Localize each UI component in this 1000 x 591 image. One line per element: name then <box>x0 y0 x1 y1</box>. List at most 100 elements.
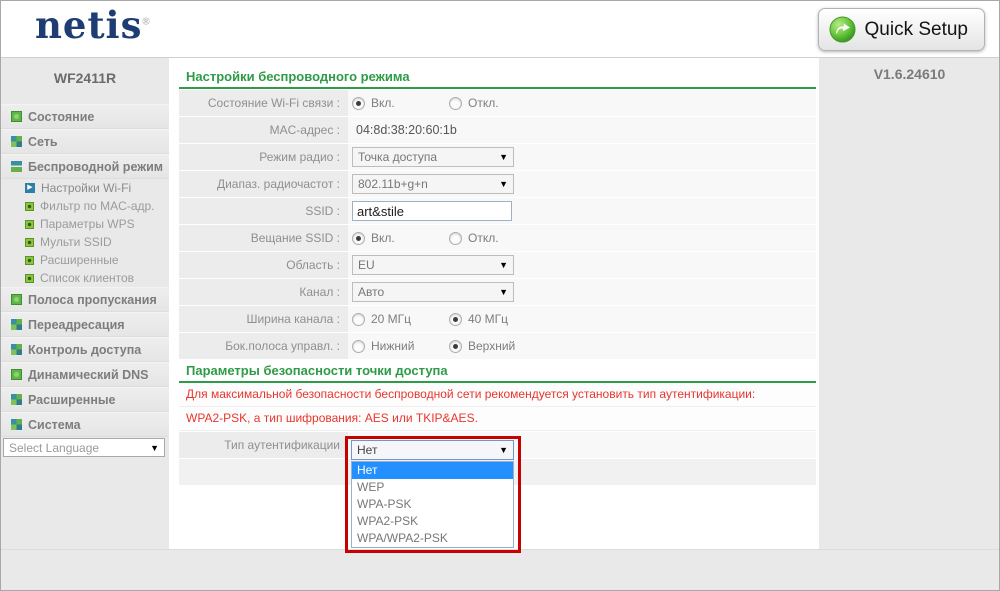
sidebar-item[interactable]: Система <box>1 412 169 437</box>
sidebar-item-label: Мульти SSID <box>40 235 112 249</box>
table-row: Ширина канала :20 МГц40 МГц <box>179 306 816 332</box>
dropdown-option[interactable]: WPA2-PSK <box>352 513 513 530</box>
sidebar-item[interactable]: Фильтр по MAC-адр. <box>1 197 169 215</box>
static-value: 04:8d:38:20:60:1b <box>352 123 457 137</box>
arrow-icon: ▶ <box>25 183 35 193</box>
radio-icon[interactable] <box>352 232 365 245</box>
auth-type-select[interactable]: Нет ▼ <box>351 440 514 460</box>
row-label: Диапаз. радиочастот : <box>179 171 348 197</box>
auth-type-select-value: Нет <box>357 443 377 457</box>
sidebar-item[interactable]: Переадресация <box>1 312 169 337</box>
row-content: EU ▼ <box>348 252 816 278</box>
row-content: 20 МГц 40 МГц <box>348 306 816 332</box>
netis-logo: netis® <box>35 3 151 47</box>
sidebar-item-label: Список клиентов <box>40 271 134 285</box>
blocks-icon <box>11 319 22 330</box>
select-value: Авто <box>358 285 384 299</box>
sidebar-nav: Состояние Сеть Беспроводной режим▶Настройк… <box>1 104 169 437</box>
bars-icon <box>11 161 22 172</box>
radio-option[interactable]: Вкл. <box>352 231 449 245</box>
dropdown-option[interactable]: WPA/WPA2-PSK <box>352 530 513 547</box>
sidebar-item-label: Полоса пропускания <box>28 293 157 307</box>
quick-setup-icon <box>829 16 856 43</box>
blocks-icon <box>11 344 22 355</box>
radio-icon[interactable] <box>352 97 365 110</box>
radio-icon[interactable] <box>449 97 462 110</box>
row-content: 802.11b+g+n▼ <box>348 171 816 197</box>
radio-option-label: 40 МГц <box>468 312 508 326</box>
sidebar-item[interactable]: Параметры WPS <box>1 215 169 233</box>
row-content: Вкл.Откл. <box>348 90 816 116</box>
select-field[interactable]: EU ▼ <box>352 255 514 275</box>
radio-option[interactable]: Нижний <box>352 339 449 353</box>
select-field[interactable]: Авто▼ <box>352 282 514 302</box>
sidebar-item[interactable]: ▶Настройки Wi-Fi <box>1 179 169 197</box>
row-content: Авто▼ <box>348 279 816 305</box>
sidebar-item[interactable]: Состояние <box>1 104 169 129</box>
row-content: НижнийВерхний <box>348 333 816 359</box>
dot-icon <box>25 256 34 265</box>
sidebar-item[interactable]: Сеть <box>1 129 169 154</box>
radio-icon[interactable] <box>449 313 462 326</box>
select-value: EU <box>358 258 375 272</box>
sidebar-item-label: Сеть <box>28 135 58 149</box>
wireless-settings-form: Состояние Wi-Fi связи :Вкл.Откл.MAC-адре… <box>179 90 816 359</box>
sidebar-item[interactable]: Расширенные <box>1 251 169 269</box>
dropdown-option[interactable]: Нет <box>352 462 513 479</box>
dot-icon <box>25 220 34 229</box>
sidebar-item[interactable]: Мульти SSID <box>1 233 169 251</box>
radio-option[interactable]: Верхний <box>449 339 546 353</box>
dropdown-option[interactable]: WEP <box>352 479 513 496</box>
radio-option[interactable]: Вкл. <box>352 96 449 110</box>
sidebar-item[interactable]: Контроль доступа <box>1 337 169 362</box>
select-field[interactable]: Точка доступа▼ <box>352 147 514 167</box>
row-label: SSID : <box>179 198 348 224</box>
chevron-down-icon: ▼ <box>499 260 508 270</box>
blocks-icon <box>11 394 22 405</box>
table-row: Вещание SSID :Вкл.Откл. <box>179 225 816 251</box>
dropdown-option[interactable]: WPA-PSK <box>352 496 513 513</box>
square-icon <box>11 369 22 380</box>
table-row: Область :EU▼ <box>179 252 816 278</box>
sidebar-item[interactable]: Динамический DNS <box>1 362 169 387</box>
square-icon <box>11 294 22 305</box>
sidebar-item[interactable]: Полоса пропускания <box>1 287 169 312</box>
sidebar-item[interactable]: Список клиентов <box>1 269 169 287</box>
radio-option-label: Вкл. <box>371 231 395 245</box>
firmware-version: V1.6.24610 <box>819 66 1000 82</box>
select-field[interactable]: 802.11b+g+n▼ <box>352 174 514 194</box>
blocks-icon <box>11 136 22 147</box>
radio-option-label: 20 МГц <box>371 312 411 326</box>
sidebar-item[interactable]: Расширенные <box>1 387 169 412</box>
dot-icon <box>25 202 34 211</box>
sidebar-item[interactable]: Беспроводной режим <box>1 154 169 179</box>
row-content: Вкл. Откл. <box>348 225 816 251</box>
table-row: MAC-адрес : 04:8d:38:20:60:1b <box>179 117 816 143</box>
radio-option[interactable]: 40 МГц <box>449 312 546 326</box>
table-row: Режим радио :Точка доступа▼ <box>179 144 816 170</box>
sidebar: WF2411R СостояниеСетьБеспроводной режим▶… <box>1 58 169 549</box>
text-input[interactable] <box>352 201 512 221</box>
sidebar-item-label: Состояние <box>28 110 94 124</box>
row-label: MAC-адрес : <box>179 117 348 143</box>
chevron-down-icon: ▼ <box>499 152 508 162</box>
footer <box>1 549 999 591</box>
language-select[interactable]: Select Language ▼ <box>3 438 165 457</box>
radio-icon[interactable] <box>352 340 365 353</box>
table-row: SSID : <box>179 198 816 224</box>
radio-option[interactable]: Откл. <box>449 231 546 245</box>
sidebar-item-label: Контроль доступа <box>28 343 141 357</box>
security-settings-title: Параметры безопасности точки доступа <box>179 362 816 383</box>
radio-option[interactable]: Откл. <box>449 96 546 110</box>
sidebar-item-label: Динамический DNS <box>28 368 149 382</box>
language-select-value: Select Language <box>9 441 99 455</box>
quick-setup-button[interactable]: Quick Setup <box>818 8 986 51</box>
chevron-down-icon: ▼ <box>150 443 159 453</box>
chevron-down-icon: ▼ <box>499 445 508 455</box>
radio-icon[interactable] <box>449 232 462 245</box>
radio-option[interactable]: 20 МГц <box>352 312 449 326</box>
wireless-settings-title: Настройки беспроводного режима <box>179 68 816 89</box>
row-label: Режим радио : <box>179 144 348 170</box>
radio-icon[interactable] <box>449 340 462 353</box>
radio-icon[interactable] <box>352 313 365 326</box>
